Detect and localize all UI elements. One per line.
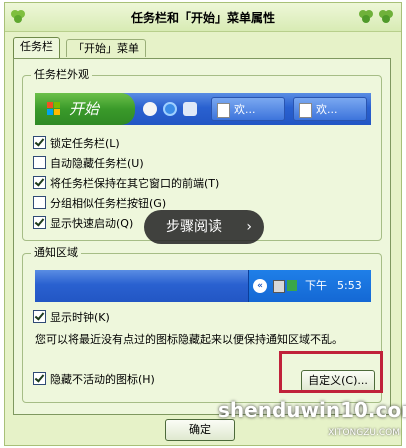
windows-logo-icon [47,102,60,115]
task-button: 欢... [293,97,367,121]
clock-time-label: 5:53 [337,279,362,292]
task-button: 欢... [211,97,285,121]
quick-launch-checkbox[interactable] [33,216,46,229]
group-label: 通知区域 [31,246,81,260]
start-button-preview: 开始 [35,93,135,125]
chevron-right-icon: › [246,219,252,235]
show-clock-checkbox[interactable] [33,310,46,323]
notification-area-preview: « 下午 5:53 [35,270,371,302]
option-keep-on-top[interactable]: 将任务栏保持在其它窗口的前端(T) [33,176,219,192]
watermark-sub: XITONGZU.COM [328,428,400,438]
start-label: 开始 [69,100,100,118]
group-buttons-checkbox[interactable] [33,196,46,209]
desktop-icon [183,102,197,116]
lock-taskbar-checkbox[interactable] [33,136,46,149]
system-tray: « 下午 5:53 [248,270,371,302]
group-label: 任务栏外观 [31,68,92,82]
task-button-label: 欢... [316,103,338,116]
watermark-site: shenduwin10.com [218,398,406,422]
hide-inactive-checkbox[interactable] [33,372,46,385]
media-player-icon [143,102,157,116]
tab-taskbar[interactable]: 任务栏 [13,37,60,58]
clover-icon [359,10,373,23]
option-label: 将任务栏保持在其它窗口的前端(T) [50,177,220,190]
option-group-buttons[interactable]: 分组相似任务栏按钮(G) [33,196,166,212]
option-hide-inactive[interactable]: 隐藏不活动的图标(H) [33,372,155,388]
keep-on-top-checkbox[interactable] [33,176,46,189]
tray-expand-icon: « [253,279,267,293]
option-label: 自动隐藏任务栏(U) [50,157,144,170]
auto-hide-checkbox[interactable] [33,156,46,169]
option-quick-launch[interactable]: 显示快速启动(Q) [33,216,133,232]
notification-description: 您可以将最近没有点过的图标隐藏起来以便保持通知区域不乱。 [35,333,343,346]
document-icon [217,103,230,118]
window-title: 任务栏和「开始」菜单属性 [130,11,275,25]
option-auto-hide[interactable]: 自动隐藏任务栏(U) [33,156,144,172]
customize-highlight-box [279,351,383,393]
step-reading-overlay[interactable]: 步骤阅读 › [144,210,264,244]
clover-icon [379,10,393,23]
option-show-clock[interactable]: 显示时钟(K) [33,310,110,326]
option-label: 显示快速启动(Q) [50,217,134,230]
network-icon [273,280,285,293]
document-icon [299,103,312,118]
taskbar-preview: 开始 欢... 欢... [35,93,371,125]
option-lock-taskbar[interactable]: 锁定任务栏(L) [33,136,120,152]
site-watermark: shenduwin10.com XITONGZU.COM [218,396,406,448]
task-button-label: 欢... [234,103,256,116]
overlay-label: 步骤阅读 [166,219,222,235]
clock-day-label: 下午 [305,279,327,292]
tab-start-menu[interactable]: 「开始」菜单 [66,39,146,57]
security-icon [287,280,297,291]
option-label: 锁定任务栏(L) [50,137,120,150]
option-label: 显示时钟(K) [50,311,110,324]
option-label: 分组相似任务栏按钮(G) [50,197,167,210]
option-label: 隐藏不活动的图标(H) [50,373,155,386]
title-bar[interactable]: 任务栏和「开始」菜单属性 [5,3,401,32]
internet-explorer-icon [163,102,177,116]
